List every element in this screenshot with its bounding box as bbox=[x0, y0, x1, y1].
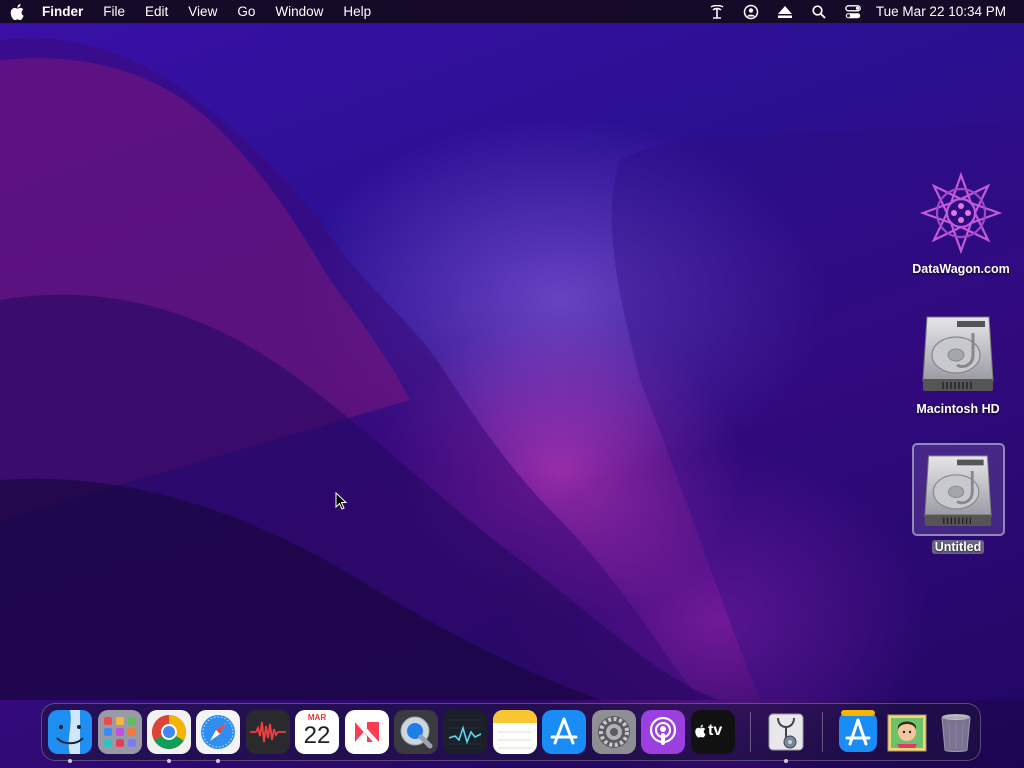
dock-app-store-icon[interactable] bbox=[542, 710, 586, 754]
dock-apple-tv-icon[interactable]: tv bbox=[691, 710, 735, 754]
calendar-month: MAR bbox=[307, 713, 327, 722]
dock-image-stack-icon[interactable] bbox=[885, 710, 929, 754]
menu-view[interactable]: View bbox=[178, 0, 227, 23]
apple-tv-label: tv bbox=[708, 722, 723, 739]
dock-safari-icon[interactable] bbox=[196, 710, 240, 763]
dock-notes-icon[interactable] bbox=[493, 710, 537, 754]
menu-help[interactable]: Help bbox=[333, 0, 381, 23]
dock-system-preferences-icon[interactable] bbox=[592, 710, 636, 754]
desktop-icon-label: Macintosh HD bbox=[916, 402, 1000, 416]
dock-voice-memos-icon[interactable] bbox=[246, 710, 290, 754]
desktop-icon-datawagon[interactable]: DataWagon.com bbox=[906, 168, 1016, 278]
user-account-icon[interactable] bbox=[734, 0, 768, 23]
dock-activity-monitor-icon[interactable] bbox=[443, 710, 487, 754]
control-center-icon[interactable] bbox=[836, 0, 870, 23]
menu-file[interactable]: File bbox=[93, 0, 135, 23]
dock-launchpad-icon[interactable] bbox=[98, 710, 142, 754]
dock-news-icon[interactable] bbox=[345, 710, 389, 754]
running-indicator bbox=[68, 759, 72, 763]
dock-separator bbox=[750, 712, 751, 752]
desktop-icon-label: Untitled bbox=[931, 540, 985, 554]
menu-window[interactable]: Window bbox=[265, 0, 333, 23]
datawagon-logo-icon bbox=[916, 168, 1006, 258]
antenna-icon[interactable] bbox=[700, 0, 734, 23]
menu-app-finder[interactable]: Finder bbox=[34, 0, 93, 23]
menubar-clock[interactable]: Tue Mar 22 10:34 PM bbox=[870, 0, 1024, 23]
dock-podcasts-icon[interactable] bbox=[641, 710, 685, 754]
hard-drive-icon bbox=[913, 308, 1003, 398]
eject-icon[interactable] bbox=[768, 0, 802, 23]
dock-calendar-icon[interactable]: MAR 22 bbox=[295, 710, 339, 754]
dock-trash-icon[interactable] bbox=[934, 710, 978, 754]
desktop-wallpaper bbox=[0, 0, 1024, 768]
running-indicator bbox=[167, 759, 171, 763]
apple-menu-icon[interactable] bbox=[0, 0, 34, 23]
spotlight-search-icon[interactable] bbox=[802, 0, 836, 23]
menu-bar: Finder File Edit View Go Window Help Tue… bbox=[0, 0, 1024, 23]
desktop-icon-label: DataWagon.com bbox=[912, 262, 1010, 276]
desktop-icon-untitled[interactable]: Untitled bbox=[903, 443, 1013, 556]
dock-chrome-icon[interactable] bbox=[147, 710, 191, 763]
running-indicator bbox=[784, 759, 788, 763]
dock-separator bbox=[822, 712, 823, 752]
menu-go[interactable]: Go bbox=[227, 0, 265, 23]
menu-edit[interactable]: Edit bbox=[135, 0, 178, 23]
hard-drive-icon bbox=[911, 443, 1005, 536]
dock-quicktime-icon[interactable] bbox=[394, 710, 438, 754]
mouse-cursor-icon bbox=[335, 491, 348, 515]
calendar-day: 22 bbox=[303, 722, 331, 749]
dock-finder-icon[interactable] bbox=[48, 710, 92, 763]
dock-downloads-stack-icon[interactable] bbox=[836, 710, 880, 754]
dock-disk-utility-icon[interactable] bbox=[764, 710, 808, 763]
dock: MAR 22 tv bbox=[41, 703, 981, 763]
running-indicator bbox=[216, 759, 220, 763]
desktop-icon-macintosh-hd[interactable]: Macintosh HD bbox=[903, 308, 1013, 418]
